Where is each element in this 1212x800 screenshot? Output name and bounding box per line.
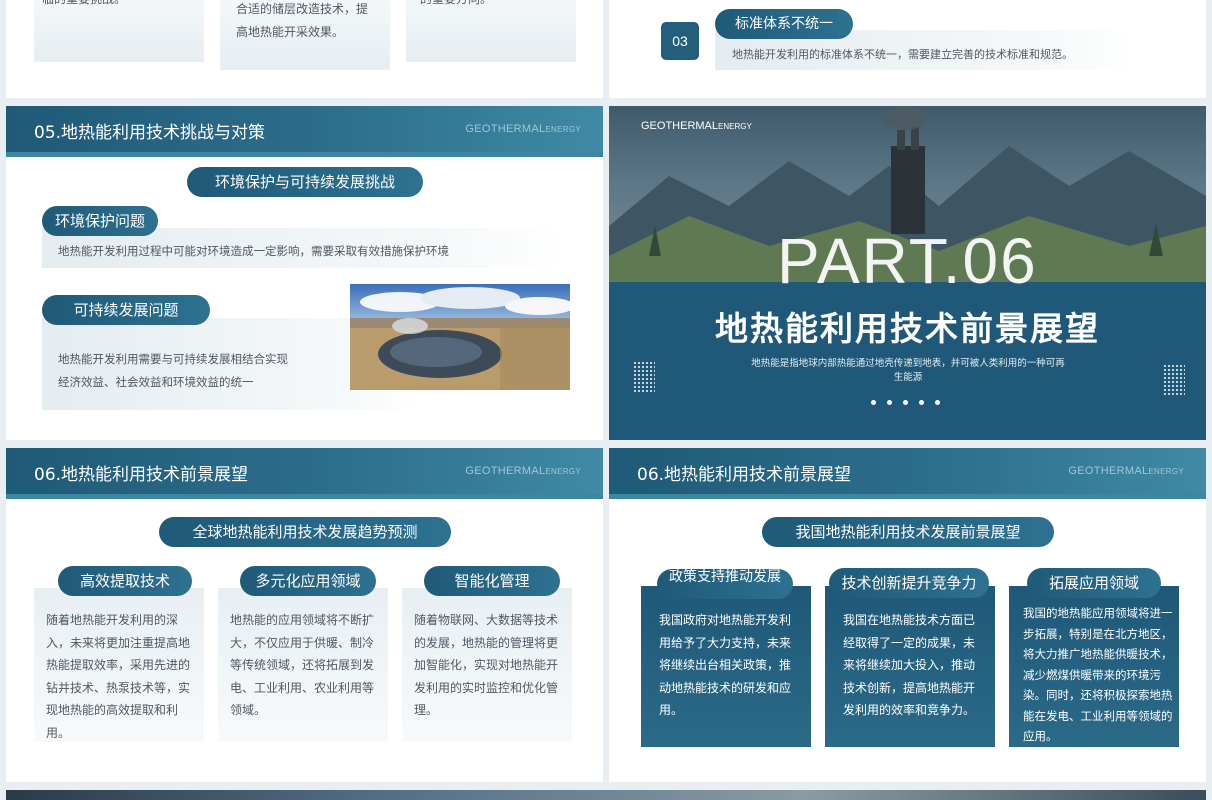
trend-card-1-text: 随着地热能开发利用的深入，未来将更加注重提高地热能提取效率，采用先进的钻井技术、… <box>46 613 191 740</box>
fragment-card-2: 合适的储层改造技术，提 高地热能开采效果。 <box>220 0 390 70</box>
pager-dot-4 <box>919 400 924 405</box>
item-title-pill: 标准体系不统一 <box>715 9 853 39</box>
outlook-card-1: 我国政府对地热能开发利用给予了大力支持，未来将继续出台相关政策，推动地热能技术的… <box>641 586 811 747</box>
outlook-card-2-text: 我国在地热能技术方面已经取得了一定的成果，未来将继续加大投入，推动技术创新，提高… <box>843 613 976 717</box>
issue-desc-1: 地热能开发利用过程中可能对环境造成一定影响，需要采取有效措施保护环境 <box>58 244 449 258</box>
trend-card-2: 地热能的应用领域将不断扩大，不仅应用于供暖、制冷等传统领域，还将拓展到发电、工业… <box>218 588 388 742</box>
issue-title-1: 环境保护问题 <box>42 206 158 236</box>
pager-dot-2 <box>887 400 892 405</box>
section-pill: 全球地热能利用技术发展趋势预测 <box>159 517 451 547</box>
trend-card-2-text: 地热能的应用领域将不断扩大，不仅应用于供暖、制冷等传统领域，还将拓展到发电、工业… <box>230 613 375 717</box>
brand-label: GEOTHERMALENERGY <box>465 123 581 135</box>
dot-grid-left <box>633 361 655 393</box>
trend-card-1: 随着地热能开发利用的深入，未来将更加注重提高地热能提取效率，采用先进的钻井技术、… <box>34 588 204 742</box>
issue-desc-2a: 地热能开发利用需要与可持续发展相结合实现 <box>58 352 288 366</box>
item-description: 地热能开发利用的标准体系不统一，需要建立完善的技术标准和规范。 <box>732 48 1073 61</box>
part-number: PART.06 <box>777 225 1038 297</box>
slide-title: 05.地热能利用技术挑战与对策 <box>34 123 266 143</box>
fragment-text-2a: 合适的储层改造技术，提 <box>236 2 369 16</box>
brand-label: GEOTHERMALENERGY <box>465 465 581 477</box>
fragment-text-3: 的重要方向。 <box>420 0 492 11</box>
issue-desc-2b: 经济效益、社会效益和环境效益的统一 <box>58 375 254 389</box>
pager-dot-3 <box>903 400 908 405</box>
outlook-card-3-title: 拓展应用领域 <box>1027 568 1161 598</box>
outlook-card-3: 我国的地热能应用领域将进一步拓展，特别是在北方地区，将大力推广地热能供暖技术，减… <box>1009 586 1179 747</box>
slide-05-challenges: 05.地热能利用技术挑战与对策 GEOTHERMALENERGY 环境保护与可持… <box>6 106 603 440</box>
outlook-card-1-text: 我国政府对地热能开发利用给予了大力支持，未来将继续出台相关政策，推动地热能技术的… <box>659 613 792 717</box>
fragment-card-3: 的重要方向。 <box>406 0 576 62</box>
pager-dot-1 <box>871 400 876 405</box>
fragment-text-2b: 高地热能开采效果。 <box>236 25 345 39</box>
slide-fragment-top-right: 03 标准体系不统一 地热能开发利用的标准体系不统一，需要建立完善的技术标准和规… <box>609 0 1206 98</box>
trend-card-3: 随着物联网、大数据等技术的发展，地热能的管理将更加智能化，实现对地热能开发利用的… <box>402 588 572 742</box>
issue-title-2: 可持续发展问题 <box>42 295 210 325</box>
section-pill: 环境保护与可持续发展挑战 <box>187 167 423 197</box>
dot-grid-right <box>1163 364 1185 396</box>
trend-card-3-text: 随着物联网、大数据等技术的发展，地热能的管理将更加智能化，实现对地热能开发利用的… <box>414 613 559 717</box>
brand-label: GEOTHERMALENERGY <box>1068 465 1184 477</box>
slide-06-global-trends: 06.地热能利用技术前景展望 GEOTHERMALENERGY 全球地热能利用技… <box>6 448 603 782</box>
section-pill: 我国地热能利用技术发展前景展望 <box>762 517 1054 547</box>
outlook-card-3-text: 我国的地热能应用领域将进一步拓展，特别是在北方地区，将大力推广地热能供暖技术，减… <box>1023 606 1173 743</box>
slide-title: 06.地热能利用技术前景展望 <box>34 465 249 485</box>
slide-header: 05.地热能利用技术挑战与对策 GEOTHERMALENERGY <box>6 106 603 157</box>
outlook-card-2-title: 技术创新提升竞争力 <box>829 568 989 598</box>
slide-cover-part-06: GEOTHERMALENERGY PART.06 地热能利用技术前景展望 地热能… <box>609 106 1206 440</box>
cover-title: 地热能利用技术前景展望 <box>715 309 1100 348</box>
fragment-card-1: 临的重要挑战。 <box>34 0 204 62</box>
slide-fragment-bottom <box>6 790 1206 800</box>
slide-fragment-top-left: 临的重要挑战。 合适的储层改造技术，提 高地热能开采效果。 的重要方向。 <box>6 0 603 98</box>
outlook-card-2: 我国在地热能技术方面已经取得了一定的成果，未来将继续加大投入，推动技术创新，提高… <box>825 586 995 747</box>
trend-card-2-title: 多元化应用领域 <box>240 566 376 596</box>
slide-header: 06.地热能利用技术前景展望 GEOTHERMALENERGY <box>609 448 1206 499</box>
outlook-card-1-title: 政策支持推动发展 <box>657 569 793 599</box>
pager-dot-5 <box>935 400 940 405</box>
geothermal-pool-photo <box>350 284 570 390</box>
slide-header: 06.地热能利用技术前景展望 GEOTHERMALENERGY <box>6 448 603 499</box>
cover-description: 地热能是指地球内部热能通过地壳传递到地表，并可被人类利用的一种可再生能源 <box>751 358 1065 383</box>
slide-title: 06.地热能利用技术前景展望 <box>637 465 852 485</box>
fragment-text-1: 临的重要挑战。 <box>42 0 126 11</box>
slide-06-china-outlook: 06.地热能利用技术前景展望 GEOTHERMALENERGY 我国地热能利用技… <box>609 448 1206 782</box>
item-number-badge: 03 <box>661 22 699 60</box>
cover-brand-label: GEOTHERMALENERGY <box>641 120 752 132</box>
trend-card-1-title: 高效提取技术 <box>58 566 192 596</box>
trend-card-3-title: 智能化管理 <box>424 566 560 596</box>
